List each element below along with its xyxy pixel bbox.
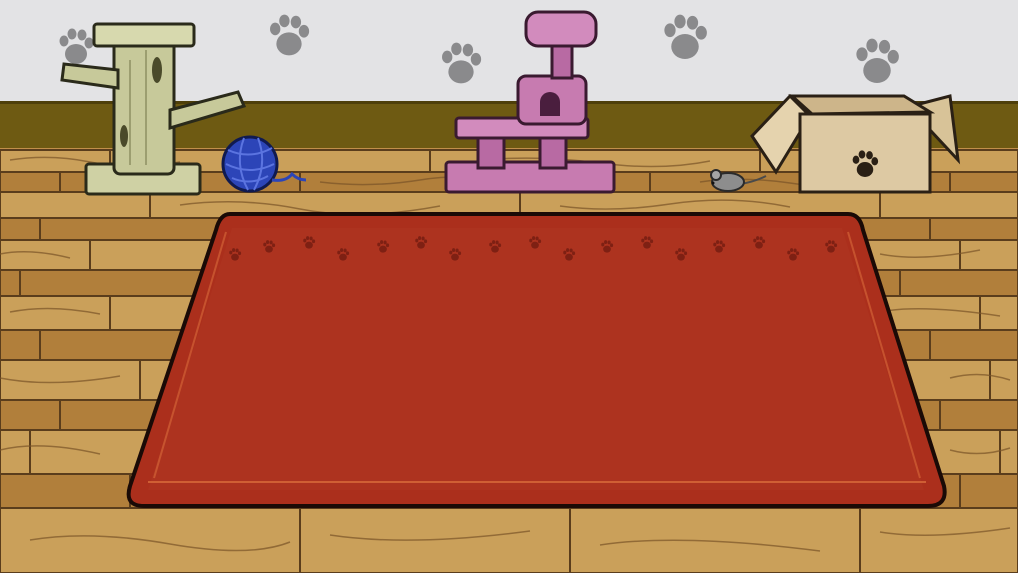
scene-canvas [0, 0, 1018, 573]
red-rug[interactable] [126, 212, 947, 508]
cat-room-scene [0, 0, 1018, 573]
